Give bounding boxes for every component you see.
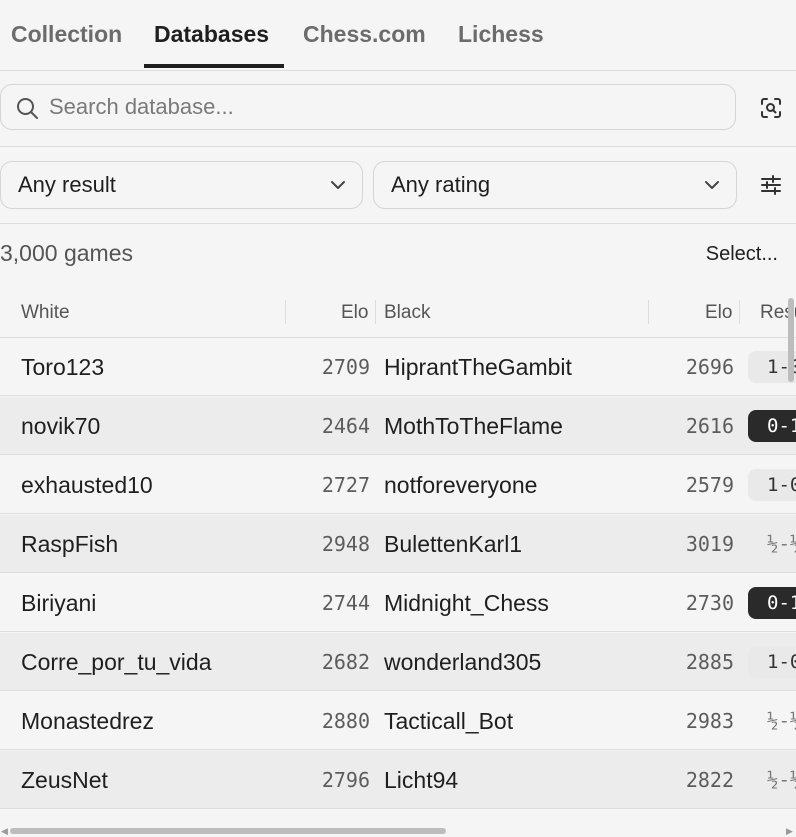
white-elo: 2682 (321, 650, 370, 674)
white-player: novik70 (21, 413, 101, 439)
tab-collection[interactable]: Collection (11, 0, 122, 68)
result-badge: 0-1 (748, 587, 796, 619)
result-badge: 1-0 (748, 469, 796, 501)
black-elo: 2696 (685, 355, 734, 379)
white-player: exhausted10 (21, 472, 153, 498)
select-button[interactable]: Select... (706, 243, 778, 266)
games-count: 3,000 games (0, 240, 133, 266)
table-header: White Elo Black Elo Result (0, 288, 796, 338)
tab-databases[interactable]: Databases (154, 0, 269, 68)
active-tab-indicator (144, 64, 284, 68)
black-player: MothToTheFlame (384, 413, 563, 439)
column-resizer[interactable] (285, 300, 286, 324)
result-filter-value: Any result (18, 172, 116, 197)
black-elo: 2885 (685, 650, 734, 674)
search-input[interactable] (49, 93, 719, 121)
chevron-down-icon (331, 181, 345, 189)
games-table: White Elo Black Elo Result Toro123 2709 Hi… (0, 288, 796, 828)
black-elo: 2983 (685, 709, 734, 733)
rating-filter-value: Any rating (391, 172, 491, 197)
result-badge: ½-½ (767, 710, 796, 732)
column-resizer[interactable] (375, 300, 376, 324)
white-elo: 2796 (321, 768, 370, 792)
black-player: wonderland305 (384, 649, 542, 675)
scroll-left-arrow[interactable]: ◀ (1, 826, 8, 837)
column-resizer[interactable] (648, 300, 649, 324)
tab-bar: Collection Databases Chess.com Lichess (0, 0, 796, 71)
table-row[interactable]: novik70 2464 MothToTheFlame 2616 0-1 (0, 397, 796, 455)
divider (0, 223, 796, 224)
header-white-elo[interactable]: Elo (341, 288, 368, 338)
tab-lichess[interactable]: Lichess (458, 0, 544, 68)
scan-search-button[interactable] (755, 92, 787, 124)
table-row[interactable]: Corre_por_tu_vida 2682 wonderland305 2885 1-… (0, 633, 796, 691)
result-badge: ½-½ (767, 533, 796, 555)
result-badge: 0-1 (748, 410, 796, 442)
black-elo: 2730 (685, 591, 734, 615)
table-row[interactable]: RaspFish 2948 BulettenKarl1 3019 ½-½ (0, 515, 796, 573)
white-player: Monastedrez (21, 708, 154, 734)
table-row[interactable]: Toro1232709HiprantTheGambit26961-0 (0, 338, 796, 396)
black-elo: 2822 (685, 768, 734, 792)
table-row[interactable]: Biriyani 2744 Midnight_Chess 2730 0-1 (0, 574, 796, 632)
black-player: Tacticall_Bot (384, 708, 514, 734)
scroll-right-arrow[interactable]: ▶ (786, 826, 793, 837)
white-elo: 2464 (321, 414, 370, 438)
black-elo: 2579 (685, 473, 734, 497)
black-player: Midnight_Chess (384, 590, 549, 616)
white-player: ZeusNet (21, 767, 108, 793)
column-resizer[interactable] (739, 300, 740, 324)
result-filter-select[interactable]: Any result (0, 161, 363, 209)
black-player: notforeveryone (384, 472, 538, 498)
black-player: Licht94 (384, 767, 459, 793)
advanced-filters-button[interactable] (755, 169, 787, 201)
white-elo: 2744 (321, 591, 370, 615)
scan-search-icon (761, 98, 781, 118)
result-badge: 1-0 (748, 646, 796, 678)
search-icon (17, 98, 38, 119)
white-player: Toro123 (21, 354, 105, 380)
chevron-down-icon (705, 181, 719, 189)
horizontal-scrollbar[interactable] (10, 828, 446, 834)
white-elo: 2709 (321, 355, 370, 379)
tab-chess-com[interactable]: Chess.com (303, 0, 426, 68)
sliders-icon (761, 175, 781, 195)
header-black-elo[interactable]: Elo (705, 288, 732, 338)
white-elo: 2948 (321, 532, 370, 556)
white-player: RaspFish (21, 531, 119, 557)
table-row[interactable]: exhausted10 2727 notforeveryone 2579 1-0 (0, 456, 796, 514)
black-player: BulettenKarl1 (384, 531, 523, 557)
divider (0, 146, 796, 147)
white-player: Biriyani (21, 590, 97, 616)
search-box[interactable] (0, 84, 736, 130)
table-row[interactable]: Monastedrez 2880 Tacticall_Bot 2983 ½-½ (0, 692, 796, 750)
table-row[interactable]: ZeusNet 2796 Licht94 2822 ½-½ (0, 751, 796, 809)
black-player: HiprantTheGambit (384, 354, 572, 380)
rating-filter-select[interactable]: Any rating (373, 161, 737, 209)
white-elo: 2727 (321, 473, 370, 497)
black-elo: 2616 (685, 414, 734, 438)
white-player: Corre_por_tu_vida (21, 649, 212, 675)
black-elo: 3019 (685, 532, 734, 556)
vertical-scrollbar[interactable] (788, 298, 794, 382)
result-badge: ½-½ (767, 769, 796, 791)
white-elo: 2880 (321, 709, 370, 733)
header-black[interactable]: Black (384, 288, 430, 338)
header-white[interactable]: White (21, 288, 70, 338)
